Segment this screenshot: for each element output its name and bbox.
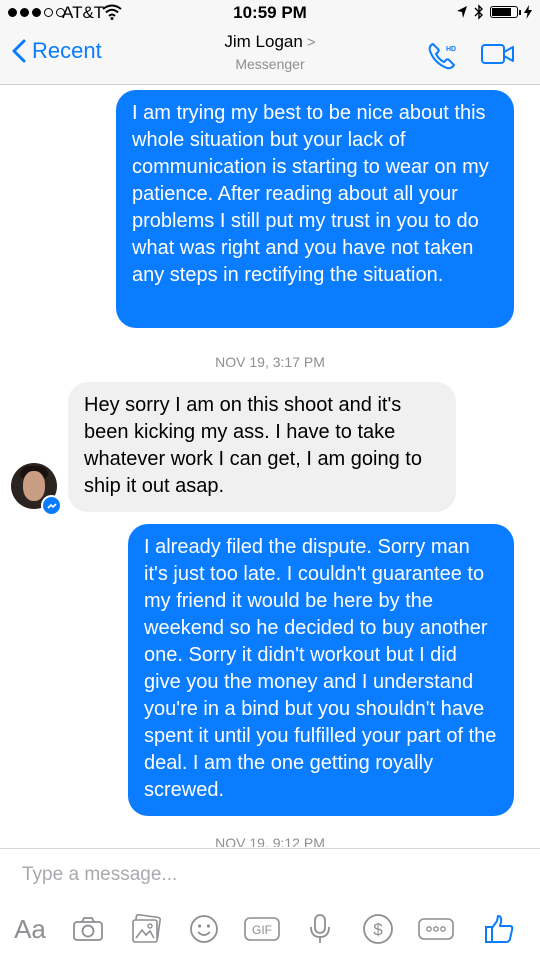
gif-glyph: GIF: [244, 917, 280, 941]
composer-toolbar: Aa GIF $: [0, 909, 540, 951]
contact-title-button[interactable]: Jim Logan > Messenger: [170, 32, 370, 72]
more-glyph: [418, 918, 454, 940]
payment-icon[interactable]: $: [358, 909, 398, 949]
conversation-header: Recent Jim Logan > Messenger HD: [0, 26, 540, 85]
battery-icon: [490, 6, 521, 18]
camera-glyph: [73, 917, 103, 941]
emoji-icon[interactable]: [184, 909, 224, 949]
gif-icon[interactable]: GIF: [240, 909, 284, 949]
message-timestamp: NOV 19, 9:12 PM: [215, 835, 325, 847]
incoming-message[interactable]: Hey sorry I am on this shoot and it's be…: [68, 382, 456, 512]
contact-name: Jim Logan: [224, 32, 303, 51]
message-input[interactable]: [20, 863, 504, 887]
gallery-glyph: [132, 914, 161, 943]
svg-text:$: $: [373, 920, 383, 939]
messenger-bolt-icon: [46, 502, 57, 509]
like-icon[interactable]: [478, 909, 520, 949]
phone-call-icon[interactable]: HD: [426, 40, 458, 72]
messenger-badge-icon: [41, 495, 62, 516]
app-subtitle: Messenger: [235, 56, 305, 72]
microphone-glyph: [310, 914, 330, 943]
emoji-glyph: [190, 915, 218, 943]
outgoing-message[interactable]: I already filed the dispute. Sorry man i…: [128, 524, 514, 816]
chevron-left-icon: [12, 39, 26, 63]
back-label: Recent: [32, 38, 102, 63]
payment-glyph: $: [363, 914, 393, 944]
video-call-icon[interactable]: [480, 42, 516, 66]
microphone-icon[interactable]: [300, 909, 340, 949]
avatar-face: [23, 471, 45, 501]
bluetooth-icon: [474, 4, 483, 20]
status-bar: AT&T 10:59 PM: [0, 0, 540, 26]
battery-fill: [492, 8, 512, 16]
charging-bolt-icon: [524, 5, 532, 19]
more-icon[interactable]: [414, 909, 458, 949]
back-button[interactable]: Recent: [12, 38, 102, 64]
message-timestamp: NOV 19, 3:17 PM: [215, 354, 325, 370]
camera-icon[interactable]: [68, 909, 108, 949]
location-arrow-icon: [457, 6, 467, 18]
message-composer: Aa: [0, 848, 540, 961]
gif-label: GIF: [252, 923, 272, 937]
text-style-icon[interactable]: Aa: [10, 909, 50, 949]
outgoing-message[interactable]: I am trying my best to be nice about thi…: [116, 90, 514, 328]
gallery-icon[interactable]: [126, 909, 166, 949]
chevron-right-icon: >: [306, 34, 316, 51]
hd-badge: HD: [446, 46, 456, 53]
thumbs-up-glyph: [485, 915, 514, 943]
